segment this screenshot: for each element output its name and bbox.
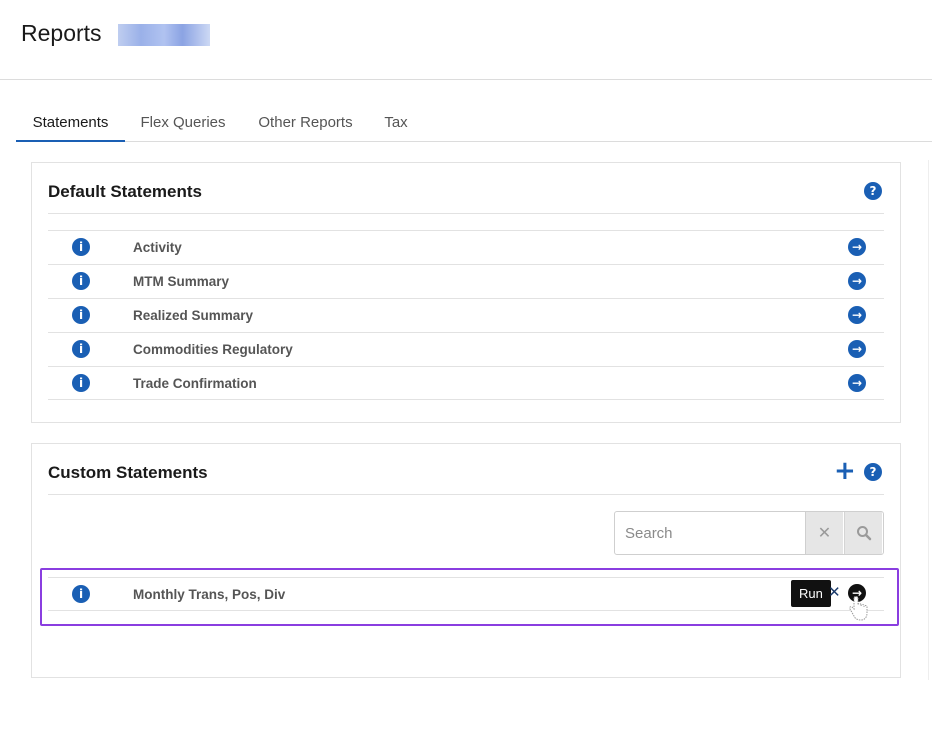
run-arrow-icon[interactable]: → bbox=[848, 340, 866, 358]
statement-label[interactable]: MTM Summary bbox=[133, 274, 229, 289]
search-input[interactable] bbox=[615, 512, 805, 554]
hand-cursor-icon bbox=[849, 596, 868, 621]
custom-statements-panel: Custom Statements + ? ✕ i Monthly Trans,… bbox=[31, 443, 901, 678]
divider bbox=[48, 213, 884, 214]
clear-search-icon[interactable]: ✕ bbox=[805, 512, 843, 554]
statement-label[interactable]: Trade Confirmation bbox=[133, 376, 257, 391]
statement-row-realized-summary: i Realized Summary → bbox=[48, 298, 884, 332]
run-arrow-icon[interactable]: → bbox=[848, 306, 866, 324]
custom-statements-title: Custom Statements bbox=[48, 463, 208, 482]
page-header: Reports bbox=[0, 0, 932, 80]
statement-label[interactable]: Commodities Regulatory bbox=[133, 342, 293, 357]
delete-icon[interactable]: ✕ bbox=[828, 583, 841, 601]
run-arrow-icon[interactable]: → bbox=[848, 272, 866, 290]
right-edge bbox=[928, 160, 932, 680]
info-icon[interactable]: i bbox=[72, 374, 90, 392]
statement-label[interactable]: Activity bbox=[133, 240, 182, 255]
statement-row-activity: i Activity → bbox=[48, 230, 884, 264]
default-statements-title: Default Statements bbox=[48, 182, 202, 201]
search-icon[interactable] bbox=[844, 512, 882, 554]
page-title: Reports bbox=[21, 20, 102, 46]
statement-row-commodities-regulatory: i Commodities Regulatory → bbox=[48, 332, 884, 366]
default-statements-panel: Default Statements ? i Activity → i MTM … bbox=[31, 162, 901, 423]
tab-statements[interactable]: Statements bbox=[16, 104, 125, 142]
info-icon[interactable]: i bbox=[72, 306, 90, 324]
info-icon[interactable]: i bbox=[72, 238, 90, 256]
add-statement-icon[interactable]: + bbox=[834, 458, 856, 484]
account-id-redacted bbox=[118, 24, 210, 46]
help-icon[interactable]: ? bbox=[864, 463, 882, 481]
divider bbox=[48, 494, 884, 495]
run-tooltip: Run bbox=[791, 580, 831, 607]
statement-row-trade-confirmation: i Trade Confirmation → bbox=[48, 366, 884, 400]
search-box: ✕ bbox=[614, 511, 884, 555]
row-highlight bbox=[40, 568, 899, 626]
info-icon[interactable]: i bbox=[72, 272, 90, 290]
run-arrow-icon[interactable]: → bbox=[848, 374, 866, 392]
tab-flex-queries[interactable]: Flex Queries bbox=[129, 104, 237, 142]
help-icon[interactable]: ? bbox=[864, 182, 882, 200]
report-tabs: Statements Flex Queries Other Reports Ta… bbox=[16, 104, 932, 142]
info-icon[interactable]: i bbox=[72, 340, 90, 358]
tab-other-reports[interactable]: Other Reports bbox=[246, 104, 365, 142]
run-arrow-icon[interactable]: → bbox=[848, 238, 866, 256]
statement-row-mtm-summary: i MTM Summary → bbox=[48, 264, 884, 298]
statement-label[interactable]: Realized Summary bbox=[133, 308, 253, 323]
tab-tax[interactable]: Tax bbox=[374, 104, 418, 142]
